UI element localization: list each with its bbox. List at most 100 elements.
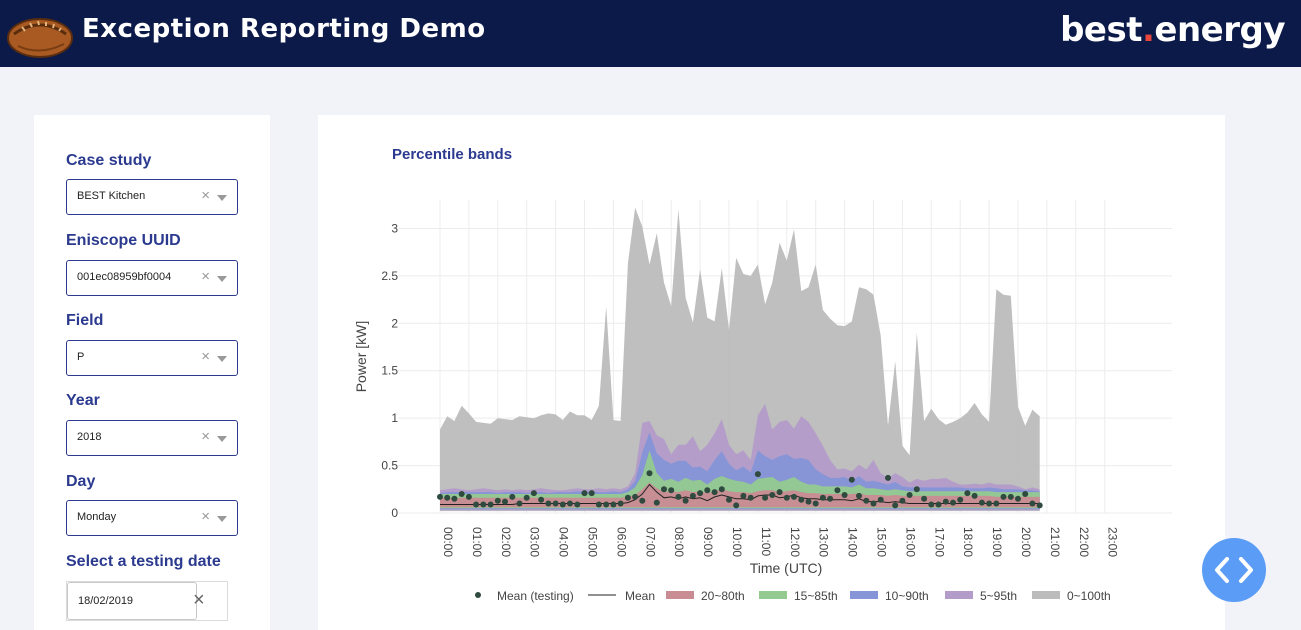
mean-testing-point — [726, 496, 732, 503]
mean-testing-point — [906, 492, 913, 498]
case-study-label: Case study — [66, 152, 152, 169]
mean-testing-point — [819, 494, 826, 501]
mean-testing-point — [913, 486, 920, 493]
clear-icon[interactable]: × — [201, 269, 210, 285]
testing-date-input[interactable]: 18/02/2019 — [67, 582, 197, 620]
mean-testing-point — [682, 497, 689, 504]
chevron-down-icon[interactable] — [217, 436, 227, 442]
x-tick-label: 03:00 — [528, 527, 542, 557]
mean-testing-point — [754, 471, 761, 478]
legend-swatch — [666, 591, 694, 599]
mean-testing-point — [964, 490, 971, 497]
legend-label: 20~80th — [701, 589, 745, 603]
x-tick-label: 20:00 — [1019, 527, 1033, 557]
mean-testing-point — [697, 490, 704, 497]
percentile-chart: 0 0.5 1 1.5 2 2.5 3 00:00 01:00 02:00 03:00 04:00 05… — [353, 200, 1172, 603]
clear-icon[interactable]: × — [201, 429, 210, 445]
y-tick-label: 1.5 — [381, 364, 398, 378]
y-tick-label: 0 — [391, 506, 398, 520]
mean-testing-point — [733, 502, 740, 509]
mean-testing-point — [610, 501, 617, 508]
code-toggle-button[interactable] — [1202, 538, 1266, 602]
mean-testing-point — [639, 497, 646, 504]
clear-icon[interactable]: × — [201, 509, 210, 525]
year-value: 2018 — [77, 431, 102, 443]
mean-testing-point — [848, 476, 855, 483]
mean-testing-point — [1029, 500, 1036, 507]
chart-card: Percentile bands 0 0.5 1 1.5 2 2.5 3 00:00 01:00… — [318, 115, 1225, 630]
chevron-down-icon[interactable] — [217, 276, 227, 282]
mean-testing-point — [480, 501, 487, 508]
field-value: P — [77, 351, 85, 363]
mean-testing-point — [675, 493, 682, 500]
testing-date-picker[interactable]: 18/02/2019 × — [66, 581, 228, 621]
chevron-down-icon[interactable] — [217, 195, 227, 201]
day-dropdown[interactable]: Monday × — [66, 500, 238, 536]
mean-testing-point — [530, 490, 537, 497]
chevron-down-icon[interactable] — [217, 516, 227, 522]
mean-testing-point — [776, 489, 783, 496]
x-tick-label: 06:00 — [614, 527, 628, 557]
x-tick-label: 10:00 — [730, 527, 744, 557]
mean-testing-point — [502, 498, 508, 505]
y-tick-label: 0.5 — [381, 459, 398, 473]
mean-testing-point — [1007, 493, 1014, 500]
mean-testing-point — [805, 498, 812, 505]
x-tick-label: 19:00 — [990, 527, 1004, 557]
mean-testing-point — [950, 499, 956, 506]
mean-testing-point — [646, 470, 653, 477]
x-tick-label: 17:00 — [932, 527, 946, 557]
legend-label: 15~85th — [794, 589, 838, 603]
field-dropdown[interactable]: P × — [66, 340, 238, 376]
clear-icon[interactable]: × — [201, 349, 210, 365]
mean-testing-point — [798, 496, 805, 503]
app-title: Exception Reporting Demo — [82, 14, 486, 44]
top-bar: Exception Reporting Demo best.energy — [0, 0, 1301, 67]
legend-label: 5~95th — [980, 589, 1017, 603]
mean-testing-point — [458, 491, 465, 497]
mean-testing-point — [661, 486, 667, 493]
clear-icon[interactable]: × — [193, 590, 205, 610]
mean-testing-point — [993, 500, 1000, 507]
eniscope-uuid-label: Eniscope UUID — [66, 232, 181, 249]
case-study-dropdown[interactable]: BEST Kitchen × — [66, 179, 238, 215]
mean-testing-point — [509, 493, 516, 500]
mean-testing-point — [856, 492, 862, 499]
mean-testing-point — [870, 500, 877, 507]
mean-testing-point — [559, 501, 566, 508]
chevron-down-icon[interactable] — [217, 356, 227, 362]
legend-swatch — [945, 591, 973, 599]
mean-testing-point — [769, 492, 776, 498]
mean-testing-point — [444, 494, 451, 501]
mean-testing-point — [516, 500, 523, 507]
mean-testing-point — [1022, 491, 1029, 497]
mean-testing-point — [718, 486, 725, 493]
x-tick-label: 13:00 — [817, 527, 831, 557]
mean-testing-point — [783, 494, 790, 501]
mean-testing-point — [567, 500, 573, 507]
eniscope-uuid-dropdown[interactable]: 001ec08959bf0004 × — [66, 260, 238, 296]
x-tick-label: 21:00 — [1048, 527, 1062, 557]
y-tick-label: 3 — [391, 221, 398, 235]
x-tick-label: 12:00 — [788, 527, 802, 557]
x-tick-label: 23:00 — [1106, 527, 1120, 557]
mean-testing-point — [762, 494, 769, 501]
mean-testing-point — [1015, 495, 1021, 502]
mean-testing-point — [574, 501, 581, 508]
mean-testing-point — [899, 497, 906, 504]
day-label: Day — [66, 473, 96, 490]
clear-icon[interactable]: × — [201, 188, 210, 204]
mean-testing-point — [892, 502, 899, 509]
year-dropdown[interactable]: 2018 × — [66, 420, 238, 456]
mean-testing-point — [451, 495, 458, 502]
x-tick-label: 01:00 — [470, 527, 484, 557]
brand-rest: energy — [1154, 10, 1285, 50]
mean-testing-point — [791, 493, 797, 500]
case-study-value: BEST Kitchen — [77, 190, 146, 202]
mean-testing-point — [841, 492, 848, 498]
mean-testing-point — [971, 492, 978, 499]
mean-testing-point — [877, 496, 884, 503]
mean-testing-point — [689, 492, 696, 499]
legend-label: Mean (testing) — [497, 589, 574, 603]
x-tick-label: 08:00 — [672, 527, 686, 557]
